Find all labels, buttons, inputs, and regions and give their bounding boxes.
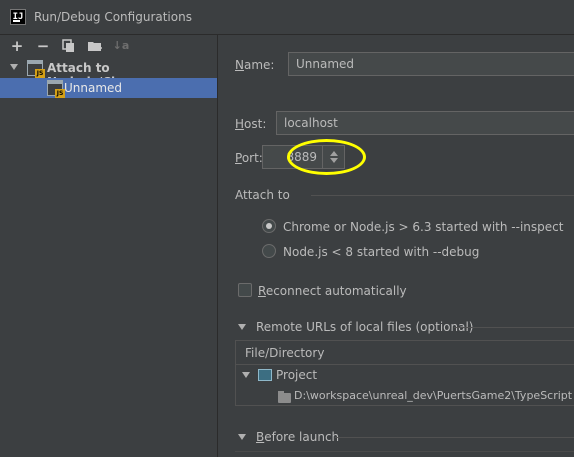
file-directory-column-header[interactable]: File/Directory	[245, 346, 324, 360]
host-input[interactable]: localhost	[276, 111, 574, 135]
radio-inspect[interactable]	[262, 219, 276, 233]
new-folder-button[interactable]	[86, 37, 104, 55]
collapse-remote-urls-icon[interactable]	[238, 324, 246, 330]
host-label: Host:	[235, 117, 267, 131]
before-launch-label[interactable]: Before launch	[256, 430, 339, 444]
configuration-form: Name: Unnamed Host: localhost Port: 8889…	[219, 35, 574, 457]
folder-icon	[278, 391, 291, 403]
tree-item-attach-node-chrome[interactable]: JS Attach to Node.js/Chrome	[0, 58, 217, 89]
js-badge: JS	[35, 69, 45, 78]
radio-inspect-label[interactable]: Chrome or Node.js > 6.3 started with --i…	[283, 220, 563, 234]
project-label[interactable]: Project	[276, 368, 317, 382]
name-label: Name:	[235, 58, 275, 72]
configurations-tree-pane: + − ↓a JS Attach to Node.js/Chrome JS	[0, 35, 218, 457]
port-highlight-annotation	[287, 139, 366, 175]
radio-debug-label[interactable]: Node.js < 8 started with --debug	[283, 245, 479, 259]
nodejs-config-icon: JS	[47, 80, 65, 98]
tree-item-label: Unnamed	[64, 81, 123, 95]
nodejs-config-icon: JS	[27, 60, 45, 78]
path-value[interactable]: D:\workspace\unreal_dev\PuertsGame2\Type…	[294, 389, 572, 402]
table-header[interactable]: File/Directory	[236, 341, 574, 365]
window-title: Run/Debug Configurations	[34, 10, 192, 24]
project-expand-arrow-icon[interactable]	[242, 372, 250, 378]
remove-configuration-button[interactable]: −	[34, 37, 52, 55]
remote-urls-label[interactable]: Remote URLs of local files (optional)	[256, 320, 473, 334]
intellij-app-icon: IJ	[10, 9, 26, 25]
reconnect-checkbox[interactable]	[238, 283, 252, 297]
collapse-before-launch-icon[interactable]	[238, 434, 246, 440]
remote-urls-separator	[454, 327, 574, 328]
copy-icon	[62, 39, 74, 52]
attach-to-label: Attach to	[235, 188, 290, 202]
port-label: Port:	[235, 151, 263, 165]
copy-configuration-button[interactable]	[60, 37, 78, 55]
name-input[interactable]: Unnamed	[288, 52, 574, 76]
title-bar: IJ Run/Debug Configurations	[0, 0, 574, 35]
tree-item-unnamed[interactable]: JS Unnamed	[0, 78, 217, 98]
reconnect-label[interactable]: Reconnect automatically	[258, 284, 407, 298]
attach-to-separator	[311, 195, 574, 196]
new-folder-icon	[88, 42, 102, 51]
remote-urls-table: File/Directory Project D:\workspace\unre…	[235, 340, 574, 406]
radio-debug[interactable]	[262, 244, 276, 258]
before-launch-list-edge	[235, 451, 574, 452]
tree-toolbar: + − ↓a	[0, 35, 218, 57]
expand-arrow-icon[interactable]	[10, 64, 18, 70]
project-icon	[258, 369, 272, 381]
add-configuration-button[interactable]: +	[8, 37, 26, 55]
before-launch-separator	[335, 437, 574, 438]
sort-configurations-button[interactable]: ↓a	[112, 37, 130, 55]
